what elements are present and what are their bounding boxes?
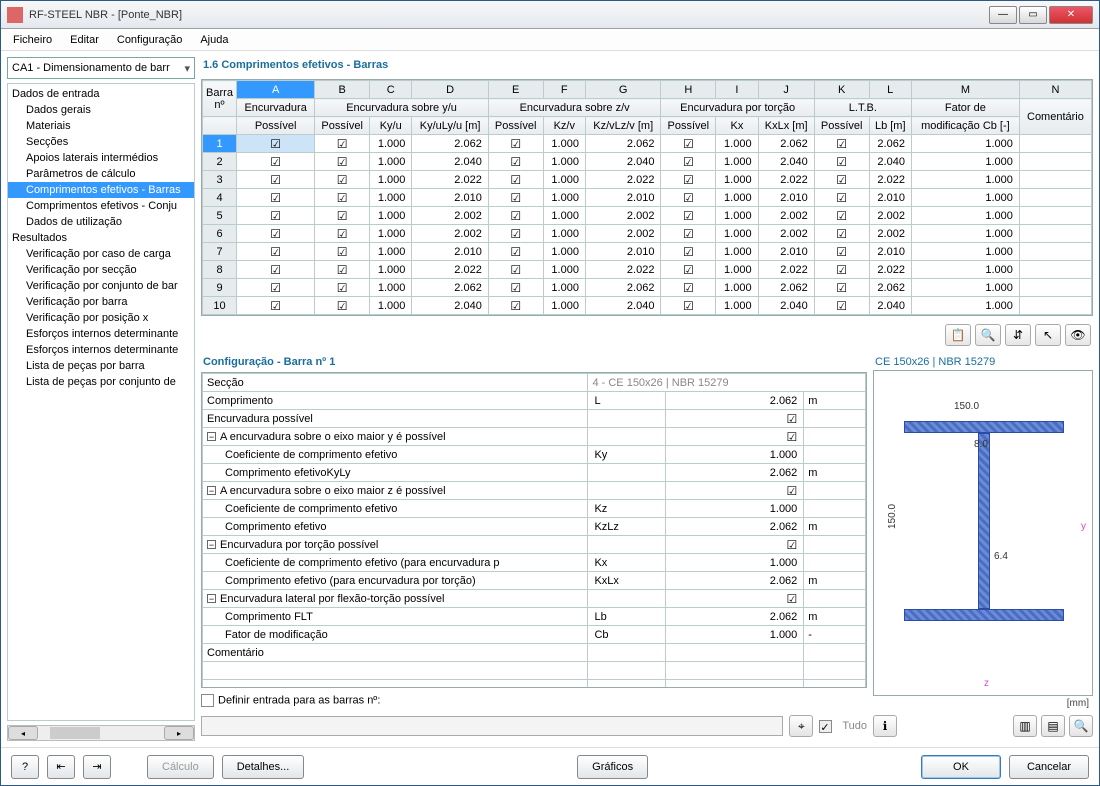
define-checkbox[interactable]	[201, 694, 214, 707]
tree-dados-util[interactable]: Dados de utilização	[8, 214, 194, 230]
tree-ver-carga[interactable]: Verificação por caso de carga	[8, 246, 194, 262]
section-preview: CE 150x26 | NBR 15279 150.0 150.0 8.0 6.…	[873, 354, 1093, 741]
menubar: Ficheiro Editar Configuração Ajuda	[1, 29, 1099, 51]
tool-eye-icon[interactable]: 👁	[1065, 324, 1091, 346]
view2-icon[interactable]: ▤	[1041, 715, 1065, 737]
grid-toolbar: 📋 🔍 ⇵ ↖ 👁	[201, 320, 1093, 350]
tree-apoios[interactable]: Apoios laterais intermédios	[8, 150, 194, 166]
titlebar: RF-STEEL NBR - [Ponte_NBR] — ▭ ✕	[1, 1, 1099, 29]
tree-lista-barra[interactable]: Lista de peças por barra	[8, 358, 194, 374]
tree-ver-pos[interactable]: Verificação por posição x	[8, 310, 194, 326]
tree-dados-gerais[interactable]: Dados gerais	[8, 102, 194, 118]
table-row[interactable]: 51.0002.0021.0002.0021.0002.0022.0021.00…	[203, 207, 1092, 225]
menu-config[interactable]: Configuração	[109, 31, 190, 49]
check-icon[interactable]	[787, 414, 798, 426]
cfg-grid[interactable]: Secção4 - CE 150x26 | NBR 15279 Comprime…	[201, 372, 867, 688]
next-button[interactable]: ⇥	[83, 755, 111, 779]
menu-editar[interactable]: Editar	[62, 31, 107, 49]
cancel-button[interactable]: Cancelar	[1009, 755, 1089, 779]
tree-seccoes[interactable]: Secções	[8, 134, 194, 150]
ok-button[interactable]: OK	[921, 755, 1001, 779]
table-row[interactable]: 11.0002.0621.0002.0621.0002.0622.0621.00…	[203, 135, 1092, 153]
tool-filter-icon[interactable]: 🔍	[975, 324, 1001, 346]
tree-esf2[interactable]: Esforços internos determinante	[8, 342, 194, 358]
app-icon	[7, 7, 23, 23]
tool-copy-icon[interactable]: 📋	[945, 324, 971, 346]
calc-button[interactable]: Cálculo	[147, 755, 214, 779]
table-row[interactable]: 21.0002.0401.0002.0401.0002.0402.0401.00…	[203, 153, 1092, 171]
tree-parametros[interactable]: Parâmetros de cálculo	[8, 166, 194, 182]
table-row[interactable]: 41.0002.0101.0002.0101.0002.0102.0101.00…	[203, 189, 1092, 207]
table-row[interactable]: 31.0002.0221.0002.0221.0002.0222.0221.00…	[203, 171, 1092, 189]
tree-materiais[interactable]: Materiais	[8, 118, 194, 134]
prev-button[interactable]: ⇤	[47, 755, 75, 779]
table-row[interactable]: 101.0002.0401.0002.0401.0002.0402.0401.0…	[203, 297, 1092, 315]
tree-ver-barra[interactable]: Verificação por barra	[8, 294, 194, 310]
menu-ajuda[interactable]: Ajuda	[192, 31, 236, 49]
tree-comp-conj[interactable]: Comprimentos efetivos - Conju	[8, 198, 194, 214]
tree-root-resultados[interactable]: Resultados	[8, 230, 194, 246]
graficos-button[interactable]: Gráficos	[577, 755, 648, 779]
footer: ? ⇤ ⇥ Cálculo Detalhes... Gráficos OK Ca…	[1, 747, 1099, 785]
minimize-button[interactable]: —	[989, 6, 1017, 24]
preview-title: CE 150x26 | NBR 15279	[873, 354, 1093, 370]
zoom-icon[interactable]: 🔍	[1069, 715, 1093, 737]
app-window: RF-STEEL NBR - [Ponte_NBR] — ▭ ✕ Ficheir…	[0, 0, 1100, 786]
tree-esf1[interactable]: Esforços internos determinante	[8, 326, 194, 342]
table-row[interactable]: 71.0002.0101.0002.0101.0002.0102.0101.00…	[203, 243, 1092, 261]
pick-icon[interactable]: ⌖	[789, 715, 813, 737]
tree-comp-barras[interactable]: Comprimentos efetivos - Barras	[8, 182, 194, 198]
tree-lista-conj[interactable]: Lista de peças por conjunto de	[8, 374, 194, 390]
main-grid[interactable]: Barranº A B C D E F G H I J K L M	[201, 79, 1093, 316]
table-row[interactable]: 81.0002.0221.0002.0221.0002.0222.0221.00…	[203, 261, 1092, 279]
maximize-button[interactable]: ▭	[1019, 6, 1047, 24]
tree-ver-seccao[interactable]: Verificação por secção	[8, 262, 194, 278]
menu-ficheiro[interactable]: Ficheiro	[5, 31, 60, 49]
info-icon[interactable]: ℹ	[873, 715, 897, 737]
define-input[interactable]	[201, 716, 783, 736]
preview-canvas: 150.0 150.0 8.0 6.4 y z	[873, 370, 1093, 696]
tool-pointer-icon[interactable]: ↖	[1035, 324, 1061, 346]
col-barra: Barranº	[203, 81, 237, 117]
close-button[interactable]: ✕	[1049, 6, 1093, 24]
detalhes-button[interactable]: Detalhes...	[222, 755, 305, 779]
case-combo[interactable]: CA1 - Dimensionamento de barr	[7, 57, 195, 79]
tudo-checkbox: ✓	[819, 720, 832, 733]
help-button[interactable]: ?	[11, 755, 39, 779]
preview-unit: [mm]	[873, 696, 1093, 711]
tool-sort-icon[interactable]: ⇵	[1005, 324, 1031, 346]
nav-tree[interactable]: Dados de entrada Dados gerais Materiais …	[7, 83, 195, 721]
table-row[interactable]: 91.0002.0621.0002.0621.0002.0622.0621.00…	[203, 279, 1092, 297]
pane-title: 1.6 Comprimentos efetivos - Barras	[201, 57, 1093, 75]
table-row[interactable]: 61.0002.0021.0002.0021.0002.0022.0021.00…	[203, 225, 1092, 243]
tree-root-entrada[interactable]: Dados de entrada	[8, 86, 194, 102]
tree-ver-conj[interactable]: Verificação por conjunto de bar	[8, 278, 194, 294]
tree-hscroll[interactable]: ◂▸	[7, 725, 195, 741]
cfg-title: Configuração - Barra nº 1	[201, 354, 867, 372]
view1-icon[interactable]: ▥	[1013, 715, 1037, 737]
window-title: RF-STEEL NBR - [Ponte_NBR]	[29, 9, 989, 21]
